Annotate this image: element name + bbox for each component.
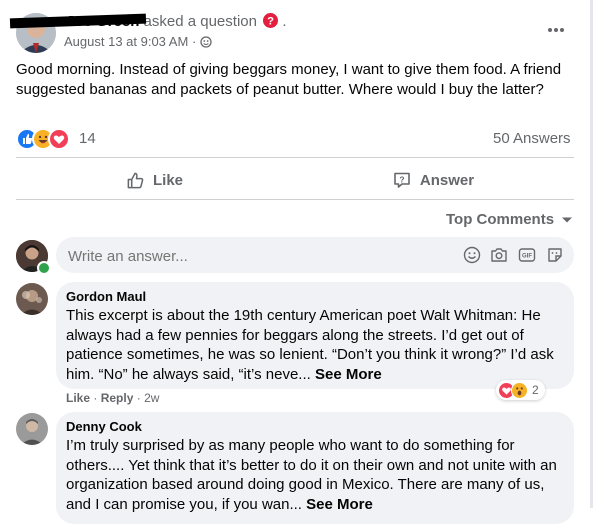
comment-reaction-count: 2: [532, 383, 539, 397]
reaction-count: 14: [79, 130, 96, 147]
trailing-dot: .: [282, 13, 287, 30]
online-status-dot: [37, 261, 51, 275]
action-text: asked a question: [143, 13, 257, 30]
commenter-avatar[interactable]: [16, 413, 48, 445]
more-options-icon[interactable]: [547, 27, 565, 33]
answer-input[interactable]: [66, 245, 450, 267]
comment-action-sep: ·: [136, 391, 141, 405]
comment-text: This excerpt is about the 19th century A…: [66, 306, 559, 384]
sort-label: Top Comments: [446, 211, 555, 228]
like-label: Like: [152, 171, 183, 189]
svg-text:?: ?: [399, 174, 404, 184]
like-button[interactable]: Like: [16, 162, 293, 198]
comment-bubble: Gordon Maul This excerpt is about the 19…: [56, 282, 574, 389]
privacy-group-icon[interactable]: [200, 36, 212, 48]
commenter-name[interactable]: Gordon Maul: [66, 289, 146, 305]
see-more-link[interactable]: See More: [315, 366, 382, 383]
comment-text: I’m truly surprised by as many people wh…: [66, 436, 559, 514]
camera-icon[interactable]: [490, 247, 508, 263]
comment-actions: Like · Reply · 2w: [66, 390, 159, 406]
answer-composer[interactable]: GIF: [56, 237, 574, 273]
sort-comments-dropdown[interactable]: Top Comments: [446, 210, 573, 229]
question-badge-icon: ?: [263, 13, 279, 28]
comment-bubble: Denny Cook I’m truly surprised by as man…: [56, 412, 574, 524]
commenter-name[interactable]: Denny Cook: [66, 419, 142, 435]
post-title-line: Joe Green asked a question ? .: [9, 12, 287, 32]
answers-count[interactable]: 50 Answers: [493, 129, 571, 148]
wow-reaction-icon: [511, 381, 528, 399]
love-reaction-icon: [48, 128, 70, 150]
emoji-icon[interactable]: [463, 246, 481, 264]
post-body: Good morning. Instead of giving beggars …: [16, 61, 562, 98]
gif-icon[interactable]: GIF: [518, 247, 536, 263]
commenter-avatar[interactable]: [16, 283, 48, 315]
svg-text:?: ?: [267, 16, 274, 28]
divider-top: [16, 157, 574, 158]
sticker-icon[interactable]: [546, 246, 564, 264]
comment-action-sep: ·: [93, 391, 98, 405]
svg-text:GIF: GIF: [522, 254, 532, 260]
meta-separator: ·: [191, 34, 197, 49]
caret-down-icon: [561, 216, 573, 224]
divider-bottom: [16, 199, 574, 200]
thumbs-up-icon: [126, 171, 145, 190]
comment-reply-link[interactable]: Reply: [101, 391, 134, 405]
post-timestamp[interactable]: August 13 at 9:03 AM: [64, 34, 188, 49]
comment-like-link[interactable]: Like: [66, 391, 90, 405]
see-more-link[interactable]: See More: [306, 496, 373, 513]
question-answer-icon: ?: [393, 171, 411, 189]
answer-label: Answer: [419, 171, 475, 189]
comment-age[interactable]: 2w: [144, 391, 159, 405]
comment-body: This excerpt is about the 19th century A…: [66, 307, 554, 383]
answer-button[interactable]: ? Answer: [293, 162, 574, 198]
post-meta: August 13 at 9:03 AM ·: [64, 34, 212, 50]
comment-reactions[interactable]: 2: [496, 380, 545, 400]
